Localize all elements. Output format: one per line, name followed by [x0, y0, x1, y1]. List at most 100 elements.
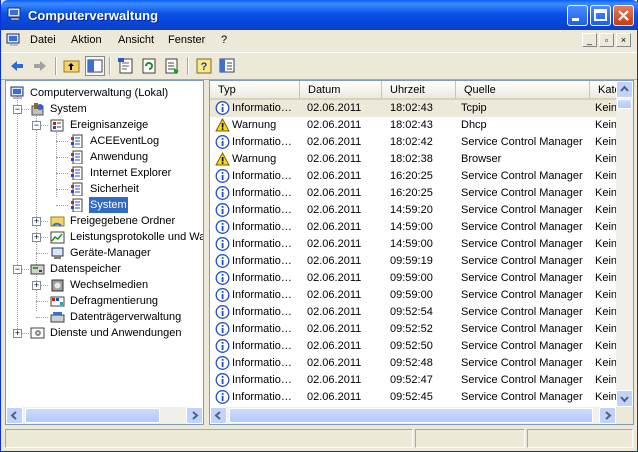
event-source: Service Control Manager	[461, 340, 583, 352]
table-row[interactable]: Warnung02.06.201118:02:38BrowserKeine	[210, 151, 620, 168]
menu-help[interactable]: ?	[221, 34, 227, 46]
table-row[interactable]: Informationen 02.06.2011 09:52:50 Service C…	[210, 338, 620, 355]
information-icon	[215, 186, 230, 200]
event-source: Service Control Manager	[461, 323, 583, 335]
console-tree-icon[interactable]	[217, 56, 237, 76]
information-icon	[215, 203, 230, 217]
console-tree-pane[interactable]: Computerverwaltung (Lokal) − System − Ereign…	[5, 80, 204, 425]
title-bar[interactable]: Computerverwaltung	[1, 0, 638, 30]
computer-management-icon[interactable]	[6, 33, 22, 47]
menu-datei[interactable]: Datei	[30, 34, 56, 46]
device-manager-icon	[51, 247, 64, 259]
list-scroll-right-button[interactable]	[599, 407, 616, 424]
event-date: 02.06.2011	[307, 306, 362, 318]
minimize-button[interactable]	[567, 5, 588, 26]
table-row[interactable]: Informationen 02.06.2011 18:02:43 Tcpip Kein…	[210, 100, 620, 117]
disk-management-icon	[50, 312, 65, 323]
table-row[interactable]: Informationen 02.06.2011 14:59:00 Service C…	[210, 236, 620, 253]
menu-aktion[interactable]: Aktion	[71, 34, 102, 46]
child-restore-button[interactable]: ▫	[599, 33, 614, 47]
collapse-toggle[interactable]: −	[13, 265, 22, 274]
event-type: Informationen	[232, 357, 298, 369]
event-type: Informationen	[232, 272, 298, 284]
table-row[interactable]: Informationen 02.06.2011 09:52:54 Service C…	[210, 304, 620, 321]
scroll-up-button[interactable]	[616, 81, 633, 98]
column-header[interactable]: Quelle	[456, 81, 590, 100]
event-list-pane[interactable]: TypDatumUhrzeitQuelleKategorie Informati…	[209, 80, 634, 425]
export-list-icon[interactable]	[162, 56, 182, 76]
table-row[interactable]: Informationen 02.06.2011 18:02:42 Service C…	[210, 134, 620, 151]
list-vscroll-thumb[interactable]	[617, 99, 632, 109]
tree-scroll-thumb[interactable]	[25, 408, 160, 423]
log-icon	[71, 134, 83, 148]
scroll-right-button[interactable]	[186, 407, 203, 424]
table-row[interactable]: Informationen 02.06.2011 09:52:52 Service C…	[210, 321, 620, 338]
table-row[interactable]: Informationen 02.06.2011 09:52:45 Service C…	[210, 389, 620, 406]
event-type: Informationen	[232, 374, 298, 386]
event-time: 18:02:43	[390, 119, 433, 131]
event-time: 18:02:38	[390, 153, 433, 165]
table-row[interactable]: Informationen 02.06.2011 16:20:25 Service C…	[210, 185, 620, 202]
table-row[interactable]: Informationen 02.06.2011 09:52:48 Service C…	[210, 355, 620, 372]
information-icon	[215, 271, 230, 285]
expand-toggle[interactable]: +	[32, 217, 41, 226]
table-row[interactable]: Informationen 02.06.2011 09:59:19 Service C…	[210, 253, 620, 270]
properties-icon[interactable]	[116, 56, 136, 76]
computer-management-icon	[7, 7, 21, 21]
child-close-button[interactable]: ×	[616, 33, 631, 47]
table-row[interactable]: Informationen 02.06.2011 14:59:20 Service C…	[210, 202, 620, 219]
table-row[interactable]: Informationen 02.06.2011 14:59:00 Service C…	[210, 219, 620, 236]
list-hscroll-thumb[interactable]	[229, 408, 593, 423]
scroll-left-button[interactable]	[6, 407, 23, 424]
event-date: 02.06.2011	[307, 357, 362, 369]
column-header[interactable]: Typ	[210, 81, 300, 100]
column-header[interactable]: Uhrzeit	[382, 81, 456, 100]
maximize-button[interactable]	[590, 5, 611, 26]
event-source: Service Control Manager	[461, 221, 583, 233]
column-header[interactable]: Datum	[300, 81, 382, 100]
list-horizontal-scrollbar[interactable]	[210, 407, 616, 424]
table-row[interactable]: Informationen 02.06.2011 09:59:00 Service C…	[210, 270, 620, 287]
tree-connector-line	[56, 173, 68, 175]
expand-toggle[interactable]: +	[32, 281, 41, 290]
event-type: Warnung	[232, 153, 277, 165]
event-time: 18:02:43	[390, 102, 433, 114]
list-vertical-scrollbar[interactable]	[616, 81, 633, 407]
up-folder-icon[interactable]	[62, 56, 82, 76]
back-icon[interactable]	[7, 56, 27, 76]
table-row[interactable]: Informationen 02.06.2011 09:59:00 Service C…	[210, 287, 620, 304]
tree-connector-line	[56, 205, 68, 207]
event-date: 02.06.2011	[307, 340, 362, 352]
event-date: 02.06.2011	[307, 289, 362, 301]
table-row[interactable]: Informationen 02.06.2011 09:52:47 Service C…	[210, 372, 620, 389]
menu-ansicht[interactable]: Ansicht	[118, 34, 154, 46]
list-scroll-left-button[interactable]	[210, 407, 227, 424]
scroll-down-button[interactable]	[616, 390, 633, 407]
information-icon	[215, 339, 230, 353]
event-type: Informationen	[232, 255, 298, 267]
help-icon[interactable]: ?	[194, 56, 214, 76]
tree-horizontal-scrollbar[interactable]	[6, 407, 203, 424]
child-minimize-button[interactable]: _	[582, 33, 597, 47]
show-tree-button[interactable]	[85, 56, 105, 76]
show-tree-icon	[87, 59, 103, 73]
tree-item-label: Sicherheit	[90, 183, 139, 195]
refresh-icon[interactable]	[139, 56, 159, 76]
chevron-left-icon	[10, 411, 17, 420]
maximize-icon	[594, 9, 607, 21]
menu-fenster[interactable]: Fenster	[168, 34, 205, 46]
information-icon	[215, 288, 230, 302]
tree-item-label: Leistungsprotokolle und Warnungen	[70, 231, 204, 243]
event-date: 02.06.2011	[307, 187, 362, 199]
table-row[interactable]: Informationen 02.06.2011 16:20:25 Service C…	[210, 168, 620, 185]
expand-toggle[interactable]: +	[13, 329, 22, 338]
event-time: 14:59:20	[390, 204, 433, 216]
tree-connector-line	[17, 95, 19, 333]
status-panel-main	[5, 429, 413, 448]
close-button[interactable]	[613, 5, 634, 26]
table-row[interactable]: Warnung02.06.201118:02:43DhcpKeine	[210, 117, 620, 134]
expand-toggle[interactable]: +	[32, 233, 41, 242]
collapse-toggle[interactable]: −	[13, 105, 22, 114]
forward-icon[interactable]	[30, 56, 50, 76]
collapse-toggle[interactable]: −	[32, 121, 41, 130]
